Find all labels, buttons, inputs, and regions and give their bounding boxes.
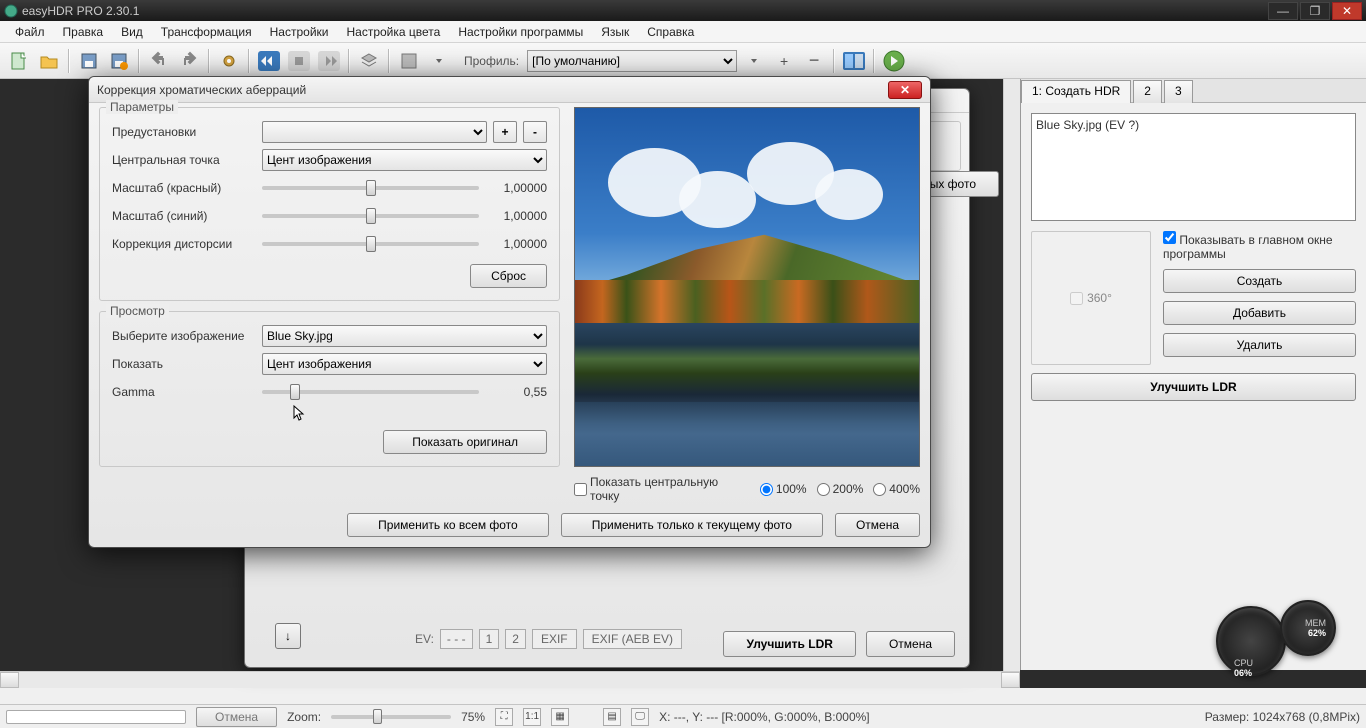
histogram-icon[interactable]: ▤ xyxy=(603,708,621,726)
menu-settings[interactable]: Настройки xyxy=(261,22,338,42)
bg-improve-button[interactable]: Улучшить LDR xyxy=(723,631,855,657)
scale-red-slider[interactable] xyxy=(262,186,479,190)
deg360-checkbox[interactable] xyxy=(1070,292,1083,305)
actual-icon[interactable]: 1:1 xyxy=(523,708,541,726)
vertical-scrollbar[interactable] xyxy=(1003,79,1020,671)
profile-dropdown-icon[interactable] xyxy=(741,48,767,74)
zoom-label: Zoom: xyxy=(287,710,321,724)
preset-remove-button[interactable]: - xyxy=(523,121,547,143)
file-list[interactable]: Blue Sky.jpg (EV ?) xyxy=(1031,113,1356,221)
app-title: easyHDR PRO 2.30.1 xyxy=(18,4,1266,18)
size-readout: Размер: 1024x768 (0,8MPix) xyxy=(1205,710,1360,724)
fit-icon[interactable]: ⛶ xyxy=(495,708,513,726)
app-icon xyxy=(4,4,18,18)
exif-aeb-button[interactable]: EXIF (AEB EV) xyxy=(583,629,682,649)
apply-all-button[interactable]: Применить ко всем фото xyxy=(347,513,549,537)
prev-icon[interactable] xyxy=(256,48,282,74)
show-center-checkbox[interactable] xyxy=(574,483,587,496)
right-panel: 1: Создать HDR 2 3 Blue Sky.jpg (EV ?) 3… xyxy=(1020,79,1366,670)
profile-select[interactable]: [По умолчанию] xyxy=(527,50,737,72)
progress-bar xyxy=(6,710,186,724)
save-icon[interactable] xyxy=(76,48,102,74)
menu-transform[interactable]: Трансформация xyxy=(152,22,261,42)
dropdown-small-icon[interactable] xyxy=(426,48,452,74)
show-main-checkbox-label[interactable]: Показывать в главном окне программы xyxy=(1163,231,1356,261)
apply-current-button[interactable]: Применить только к текущему фото xyxy=(561,513,823,537)
maximize-button[interactable]: ❐ xyxy=(1300,2,1330,20)
presets-select[interactable] xyxy=(262,121,487,143)
close-window-button[interactable]: ✕ xyxy=(1332,2,1362,20)
open-icon[interactable] xyxy=(36,48,62,74)
zoom-100-radio[interactable]: 100% xyxy=(760,482,807,496)
add-small-icon[interactable]: + xyxy=(771,48,797,74)
redo-icon[interactable] xyxy=(176,48,202,74)
tab-3[interactable]: 3 xyxy=(1164,80,1193,103)
toolbar: Профиль: [По умолчанию] + − xyxy=(0,43,1366,79)
gear-icon[interactable] xyxy=(216,48,242,74)
menu-help[interactable]: Справка xyxy=(638,22,703,42)
performance-gauge: MEM 62% CPU 06% xyxy=(1216,600,1336,678)
menu-program[interactable]: Настройки программы xyxy=(449,22,592,42)
arrow-down-icon[interactable]: ↓ xyxy=(275,623,301,649)
zoom-value: 75% xyxy=(461,710,485,724)
cancel-button[interactable]: Отмена xyxy=(835,513,920,537)
remove-small-icon[interactable]: − xyxy=(801,48,827,74)
menu-file[interactable]: Файл xyxy=(6,22,54,42)
grid-icon[interactable]: ▦ xyxy=(551,708,569,726)
zoom-200-radio[interactable]: 200% xyxy=(817,482,864,496)
deg360-box: 360° xyxy=(1031,231,1151,365)
show-center-checkbox-label[interactable]: Показать центральную точку xyxy=(574,475,750,503)
horizontal-scrollbar[interactable] xyxy=(0,671,1020,688)
reset-button[interactable]: Сброс xyxy=(470,264,547,288)
monitor-icon[interactable]: 🖵 xyxy=(631,708,649,726)
minimize-button[interactable]: — xyxy=(1268,2,1298,20)
menu-language[interactable]: Язык xyxy=(592,22,638,42)
zoom-slider[interactable] xyxy=(331,715,451,719)
gamma-slider[interactable] xyxy=(262,390,479,394)
chromatic-aberration-dialog: Коррекция хроматических аберраций ✕ Пара… xyxy=(88,76,931,548)
dialog-title: Коррекция хроматических аберраций xyxy=(97,83,888,97)
save2-icon[interactable] xyxy=(396,48,422,74)
show-main-checkbox[interactable] xyxy=(1163,231,1176,244)
bg-cancel-button[interactable]: Отмена xyxy=(866,631,955,657)
parameters-group: Параметры Предустановки + - Центральная … xyxy=(99,107,560,301)
stop-icon[interactable] xyxy=(286,48,312,74)
menu-view[interactable]: Вид xyxy=(112,22,152,42)
scale-blue-slider[interactable] xyxy=(262,214,479,218)
save-as-icon[interactable] xyxy=(106,48,132,74)
profile-label: Профиль: xyxy=(464,54,519,68)
exif-button[interactable]: EXIF xyxy=(532,629,577,649)
center-select[interactable]: Цент изображения xyxy=(262,149,547,171)
list-item[interactable]: Blue Sky.jpg (EV ?) xyxy=(1036,118,1351,132)
panel-icon[interactable] xyxy=(841,48,867,74)
cursor-icon xyxy=(292,404,306,422)
distortion-slider[interactable] xyxy=(262,242,479,246)
create-button[interactable]: Создать xyxy=(1163,269,1356,293)
go-icon[interactable] xyxy=(881,48,907,74)
zoom-400-radio[interactable]: 400% xyxy=(873,482,920,496)
image-select[interactable]: Blue Sky.jpg xyxy=(262,325,547,347)
show-original-button[interactable]: Показать оригинал xyxy=(383,430,547,454)
menu-edit[interactable]: Правка xyxy=(54,22,113,42)
layers-icon[interactable] xyxy=(356,48,382,74)
undo-icon[interactable] xyxy=(146,48,172,74)
preset-add-button[interactable]: + xyxy=(493,121,517,143)
menu-color[interactable]: Настройка цвета xyxy=(337,22,449,42)
next-icon[interactable] xyxy=(316,48,342,74)
menubar: Файл Правка Вид Трансформация Настройки … xyxy=(0,21,1366,43)
preview-group: Просмотр Выберите изображение Blue Sky.j… xyxy=(99,311,560,467)
status-cancel-button[interactable]: Отмена xyxy=(196,707,277,727)
improve-ldr-button[interactable]: Улучшить LDR xyxy=(1031,373,1356,401)
tab-create-hdr[interactable]: 1: Создать HDR xyxy=(1021,80,1131,103)
statusbar: Отмена Zoom: 75% ⛶ 1:1 ▦ ▤ 🖵 X: ---, Y: … xyxy=(0,704,1366,728)
add-button[interactable]: Добавить xyxy=(1163,301,1356,325)
tab-2[interactable]: 2 xyxy=(1133,80,1162,103)
new-icon[interactable] xyxy=(6,48,32,74)
preview-image xyxy=(574,107,920,467)
delete-button[interactable]: Удалить xyxy=(1163,333,1356,357)
coords-readout: X: ---, Y: --- [R:000%, G:000%, B:000%] xyxy=(659,710,870,724)
dialog-close-button[interactable]: ✕ xyxy=(888,81,922,99)
show-select[interactable]: Цент изображения xyxy=(262,353,547,375)
